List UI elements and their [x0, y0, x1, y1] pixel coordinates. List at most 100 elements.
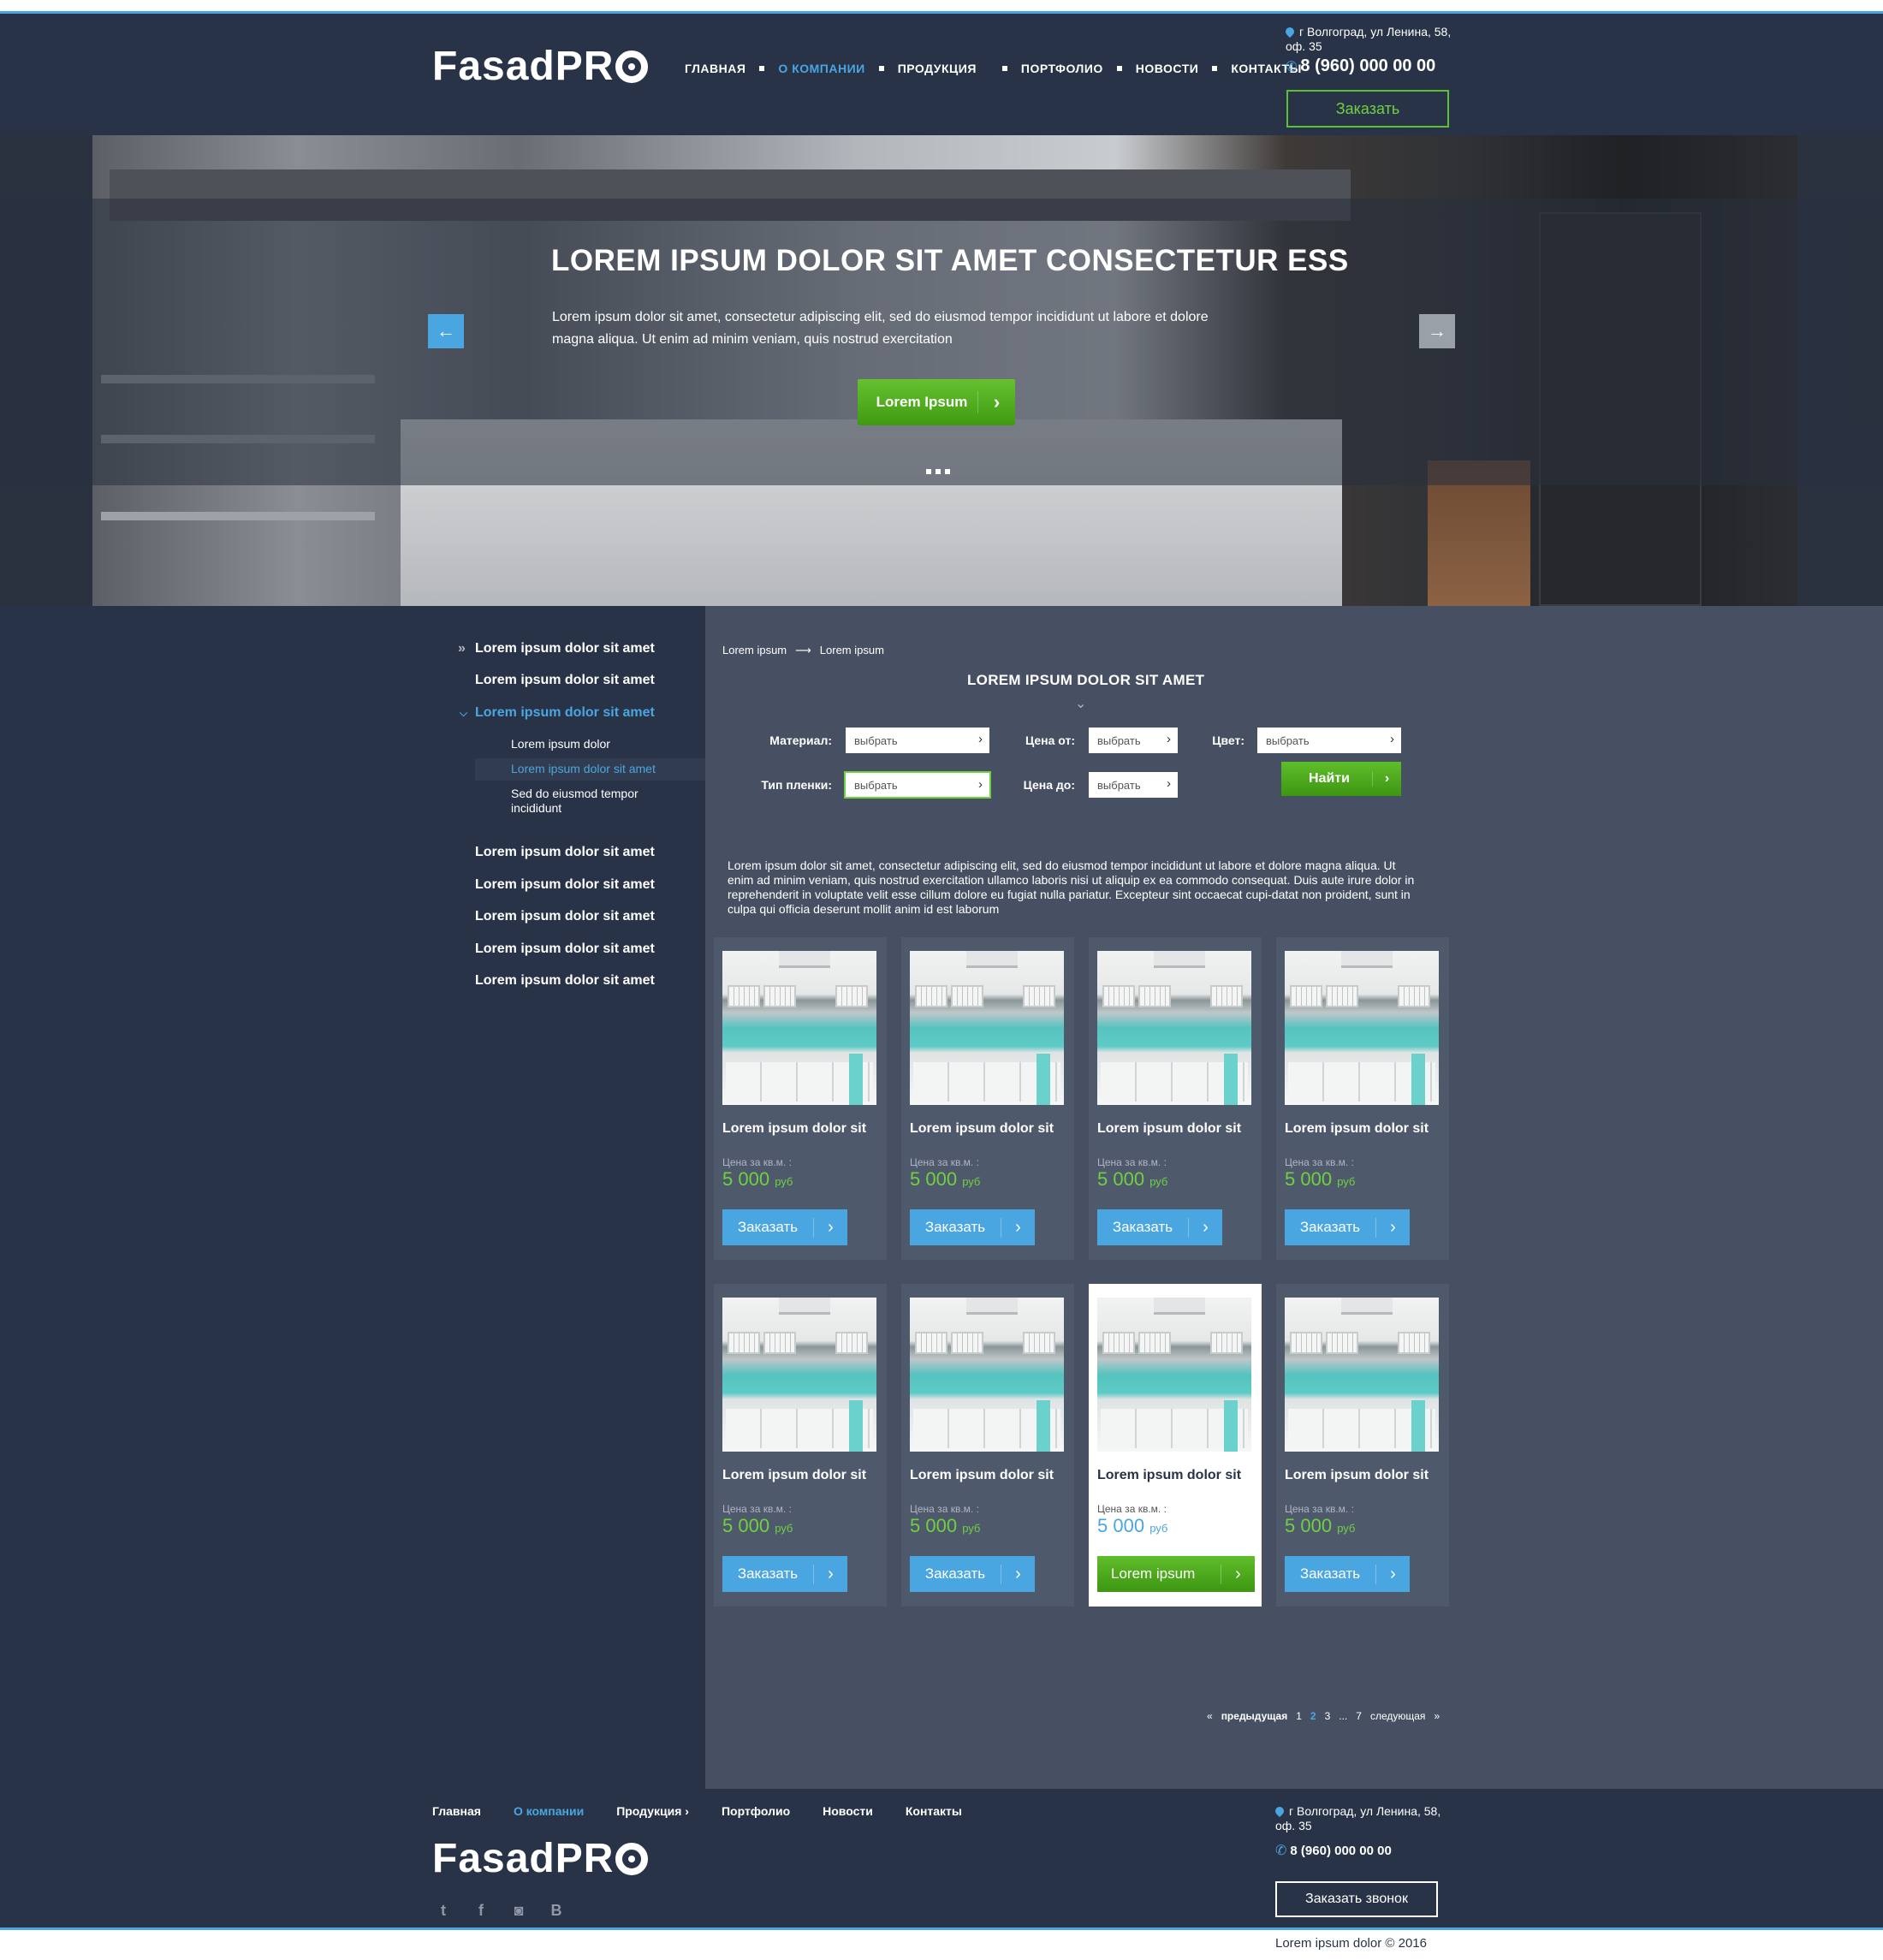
- product-image[interactable]: [910, 951, 1064, 1105]
- product-order-button[interactable]: Заказать ›: [910, 1556, 1035, 1592]
- footer-nav-home[interactable]: Главная: [432, 1804, 481, 1818]
- product-order-button[interactable]: Заказать ›: [1285, 1209, 1410, 1245]
- pagination-page[interactable]: 3: [1325, 1710, 1331, 1722]
- product-image-shelf: [1138, 985, 1171, 1007]
- vk-icon[interactable]: B: [548, 1902, 565, 1920]
- select-value: выбрать: [1266, 734, 1310, 747]
- product-card[interactable]: Lorem ipsum dolor sit Цена за кв.м. :5 00…: [714, 1284, 887, 1607]
- price-currency: руб: [1337, 1175, 1356, 1188]
- phone-text: 8 (960) 000 00 00: [1290, 1844, 1392, 1858]
- sidebar-subitem-active[interactable]: Lorem ipsum dolor sit amet: [511, 762, 656, 775]
- sidebar-item[interactable]: Lorem ipsum dolor sit amet: [475, 973, 655, 989]
- double-chevron-right-icon[interactable]: »: [1434, 1710, 1440, 1722]
- product-image[interactable]: [1097, 951, 1251, 1105]
- price-value: 5 000: [910, 1515, 958, 1536]
- product-image-accent: [1037, 1400, 1050, 1452]
- nav-portfolio[interactable]: ПОРТФОЛИО: [1021, 62, 1103, 75]
- product-name[interactable]: Lorem ipsum dolor sit: [1097, 1468, 1241, 1483]
- price-from-select[interactable]: выбрать ›: [1089, 728, 1178, 753]
- header-phone[interactable]: ✆ 8 (960) 000 00 00: [1286, 56, 1435, 76]
- price-to-select[interactable]: выбрать ›: [1089, 772, 1178, 798]
- sidebar-subitem[interactable]: Sed do eiusmod tempor incididunt: [511, 787, 674, 816]
- product-image[interactable]: [722, 1298, 876, 1452]
- product-image[interactable]: [910, 1298, 1064, 1452]
- product-card[interactable]: Lorem ipsum dolor sit Цена за кв.м. :5 00…: [901, 1284, 1074, 1607]
- slider-dots[interactable]: [926, 469, 950, 474]
- logo[interactable]: FasadPR: [432, 43, 649, 90]
- film-type-select[interactable]: выбрать ›: [844, 771, 991, 799]
- product-order-button[interactable]: Lorem ipsum ›: [1097, 1556, 1255, 1592]
- sidebar-item[interactable]: Lorem ipsum dolor sit amet: [475, 673, 655, 688]
- product-name[interactable]: Lorem ipsum dolor sit: [1097, 1121, 1241, 1137]
- product-name[interactable]: Lorem ipsum dolor sit: [1285, 1121, 1429, 1137]
- pagination-prev[interactable]: предыдущая: [1221, 1710, 1288, 1722]
- find-button[interactable]: Найти ›: [1281, 762, 1401, 796]
- breadcrumb-link[interactable]: Lorem ipsum: [722, 644, 787, 656]
- product-name[interactable]: Lorem ipsum dolor sit: [722, 1121, 866, 1137]
- sidebar-item[interactable]: » Lorem ipsum dolor sit amet: [458, 641, 655, 656]
- product-name[interactable]: Lorem ipsum dolor sit: [910, 1468, 1054, 1483]
- product-card-hover[interactable]: Lorem ipsum dolor sit Цена за кв.м. :5 00…: [1089, 1284, 1262, 1607]
- product-card[interactable]: Lorem ipsum dolor sit Цена за кв.м. :5 00…: [1089, 937, 1262, 1260]
- slider-dot[interactable]: [926, 469, 931, 474]
- nav-about[interactable]: О КОМПАНИИ: [778, 62, 864, 75]
- product-image-hood: [1341, 1298, 1393, 1315]
- product-order-button[interactable]: Заказать ›: [1097, 1209, 1222, 1245]
- footer-nav-portfolio[interactable]: Портфолио: [722, 1804, 790, 1818]
- product-image[interactable]: [1285, 1298, 1439, 1452]
- nav-news[interactable]: НОВОСТИ: [1136, 62, 1199, 75]
- product-order-button[interactable]: Заказать ›: [722, 1556, 847, 1592]
- product-image-shelf: [835, 985, 868, 1007]
- sidebar-item[interactable]: Lorem ipsum dolor sit amet: [475, 845, 655, 860]
- facebook-icon[interactable]: f: [472, 1902, 490, 1920]
- footer-logo[interactable]: FasadPR: [432, 1835, 649, 1882]
- sidebar-item[interactable]: Lorem ipsum dolor sit amet: [475, 909, 655, 924]
- product-image-shelf: [1290, 985, 1322, 1007]
- product-name[interactable]: Lorem ipsum dolor sit: [1285, 1468, 1429, 1483]
- breadcrumb-current[interactable]: Lorem ipsum: [820, 644, 884, 656]
- color-select[interactable]: выбрать ›: [1257, 728, 1401, 753]
- sidebar-item[interactable]: Lorem ipsum dolor sit amet: [475, 877, 655, 893]
- pagination-page[interactable]: 1: [1296, 1710, 1302, 1722]
- nav-home[interactable]: ГЛАВНАЯ: [685, 62, 745, 75]
- arrow-left-icon[interactable]: ←: [428, 314, 464, 348]
- sidebar-item-active[interactable]: ⌵ Lorem ipsum dolor sit amet: [460, 705, 655, 721]
- product-order-button[interactable]: Заказать ›: [722, 1209, 847, 1245]
- callback-button[interactable]: Заказать звонок: [1275, 1881, 1438, 1917]
- product-name[interactable]: Lorem ipsum dolor sit: [722, 1468, 866, 1483]
- product-image[interactable]: [1097, 1298, 1251, 1452]
- footer-nav-products[interactable]: Продукция ›: [616, 1804, 689, 1818]
- product-name[interactable]: Lorem ipsum dolor sit: [910, 1121, 1054, 1137]
- product-order-button[interactable]: Заказать ›: [910, 1209, 1035, 1245]
- twitter-icon[interactable]: t: [435, 1902, 452, 1920]
- slider-dot[interactable]: [945, 469, 950, 474]
- footer-phone[interactable]: ✆ 8 (960) 000 00 00: [1275, 1842, 1392, 1859]
- product-image[interactable]: [722, 951, 876, 1105]
- footer-nav-news[interactable]: Новости: [823, 1804, 873, 1818]
- hero-cta-button[interactable]: Lorem Ipsum ›: [858, 379, 1015, 425]
- product-card[interactable]: Lorem ipsum dolor sit Цена за кв.м. :5 00…: [1276, 1284, 1449, 1607]
- instagram-icon[interactable]: ◙: [510, 1902, 527, 1920]
- footer-nav-contacts[interactable]: Контакты: [906, 1804, 962, 1818]
- product-image[interactable]: [1285, 951, 1439, 1105]
- logo-o-icon: [615, 1842, 649, 1875]
- product-card[interactable]: Lorem ipsum dolor sit Цена за кв.м. :5 00…: [1276, 937, 1449, 1260]
- product-order-button[interactable]: Заказать ›: [1285, 1556, 1410, 1592]
- nav-products[interactable]: ПРОДУКЦИЯ: [898, 62, 977, 75]
- double-chevron-left-icon[interactable]: «: [1207, 1710, 1213, 1722]
- sidebar-subitem[interactable]: Lorem ipsum dolor: [511, 737, 610, 751]
- hero-title: LOREM IPSUM DOLOR SIT AMET CONSECTETUR E…: [551, 244, 1349, 277]
- pagination-page-current[interactable]: 2: [1310, 1710, 1316, 1722]
- product-order-label: Заказать: [924, 1219, 986, 1235]
- footer-nav-about[interactable]: О компании: [514, 1804, 584, 1818]
- pagination-next[interactable]: следующая: [1370, 1710, 1425, 1722]
- product-image-shelf: [951, 985, 983, 1007]
- material-select[interactable]: выбрать ›: [846, 728, 989, 753]
- order-button[interactable]: Заказать: [1286, 90, 1449, 128]
- slider-dot[interactable]: [936, 469, 941, 474]
- arrow-right-icon[interactable]: →: [1419, 314, 1455, 348]
- product-card[interactable]: Lorem ipsum dolor sit Цена за кв.м. :5 00…: [901, 937, 1074, 1260]
- pagination-page[interactable]: 7: [1356, 1710, 1362, 1722]
- sidebar-item[interactable]: Lorem ipsum dolor sit amet: [475, 941, 655, 957]
- product-card[interactable]: Lorem ipsum dolor sit Цена за кв.м. :5 00…: [714, 937, 887, 1260]
